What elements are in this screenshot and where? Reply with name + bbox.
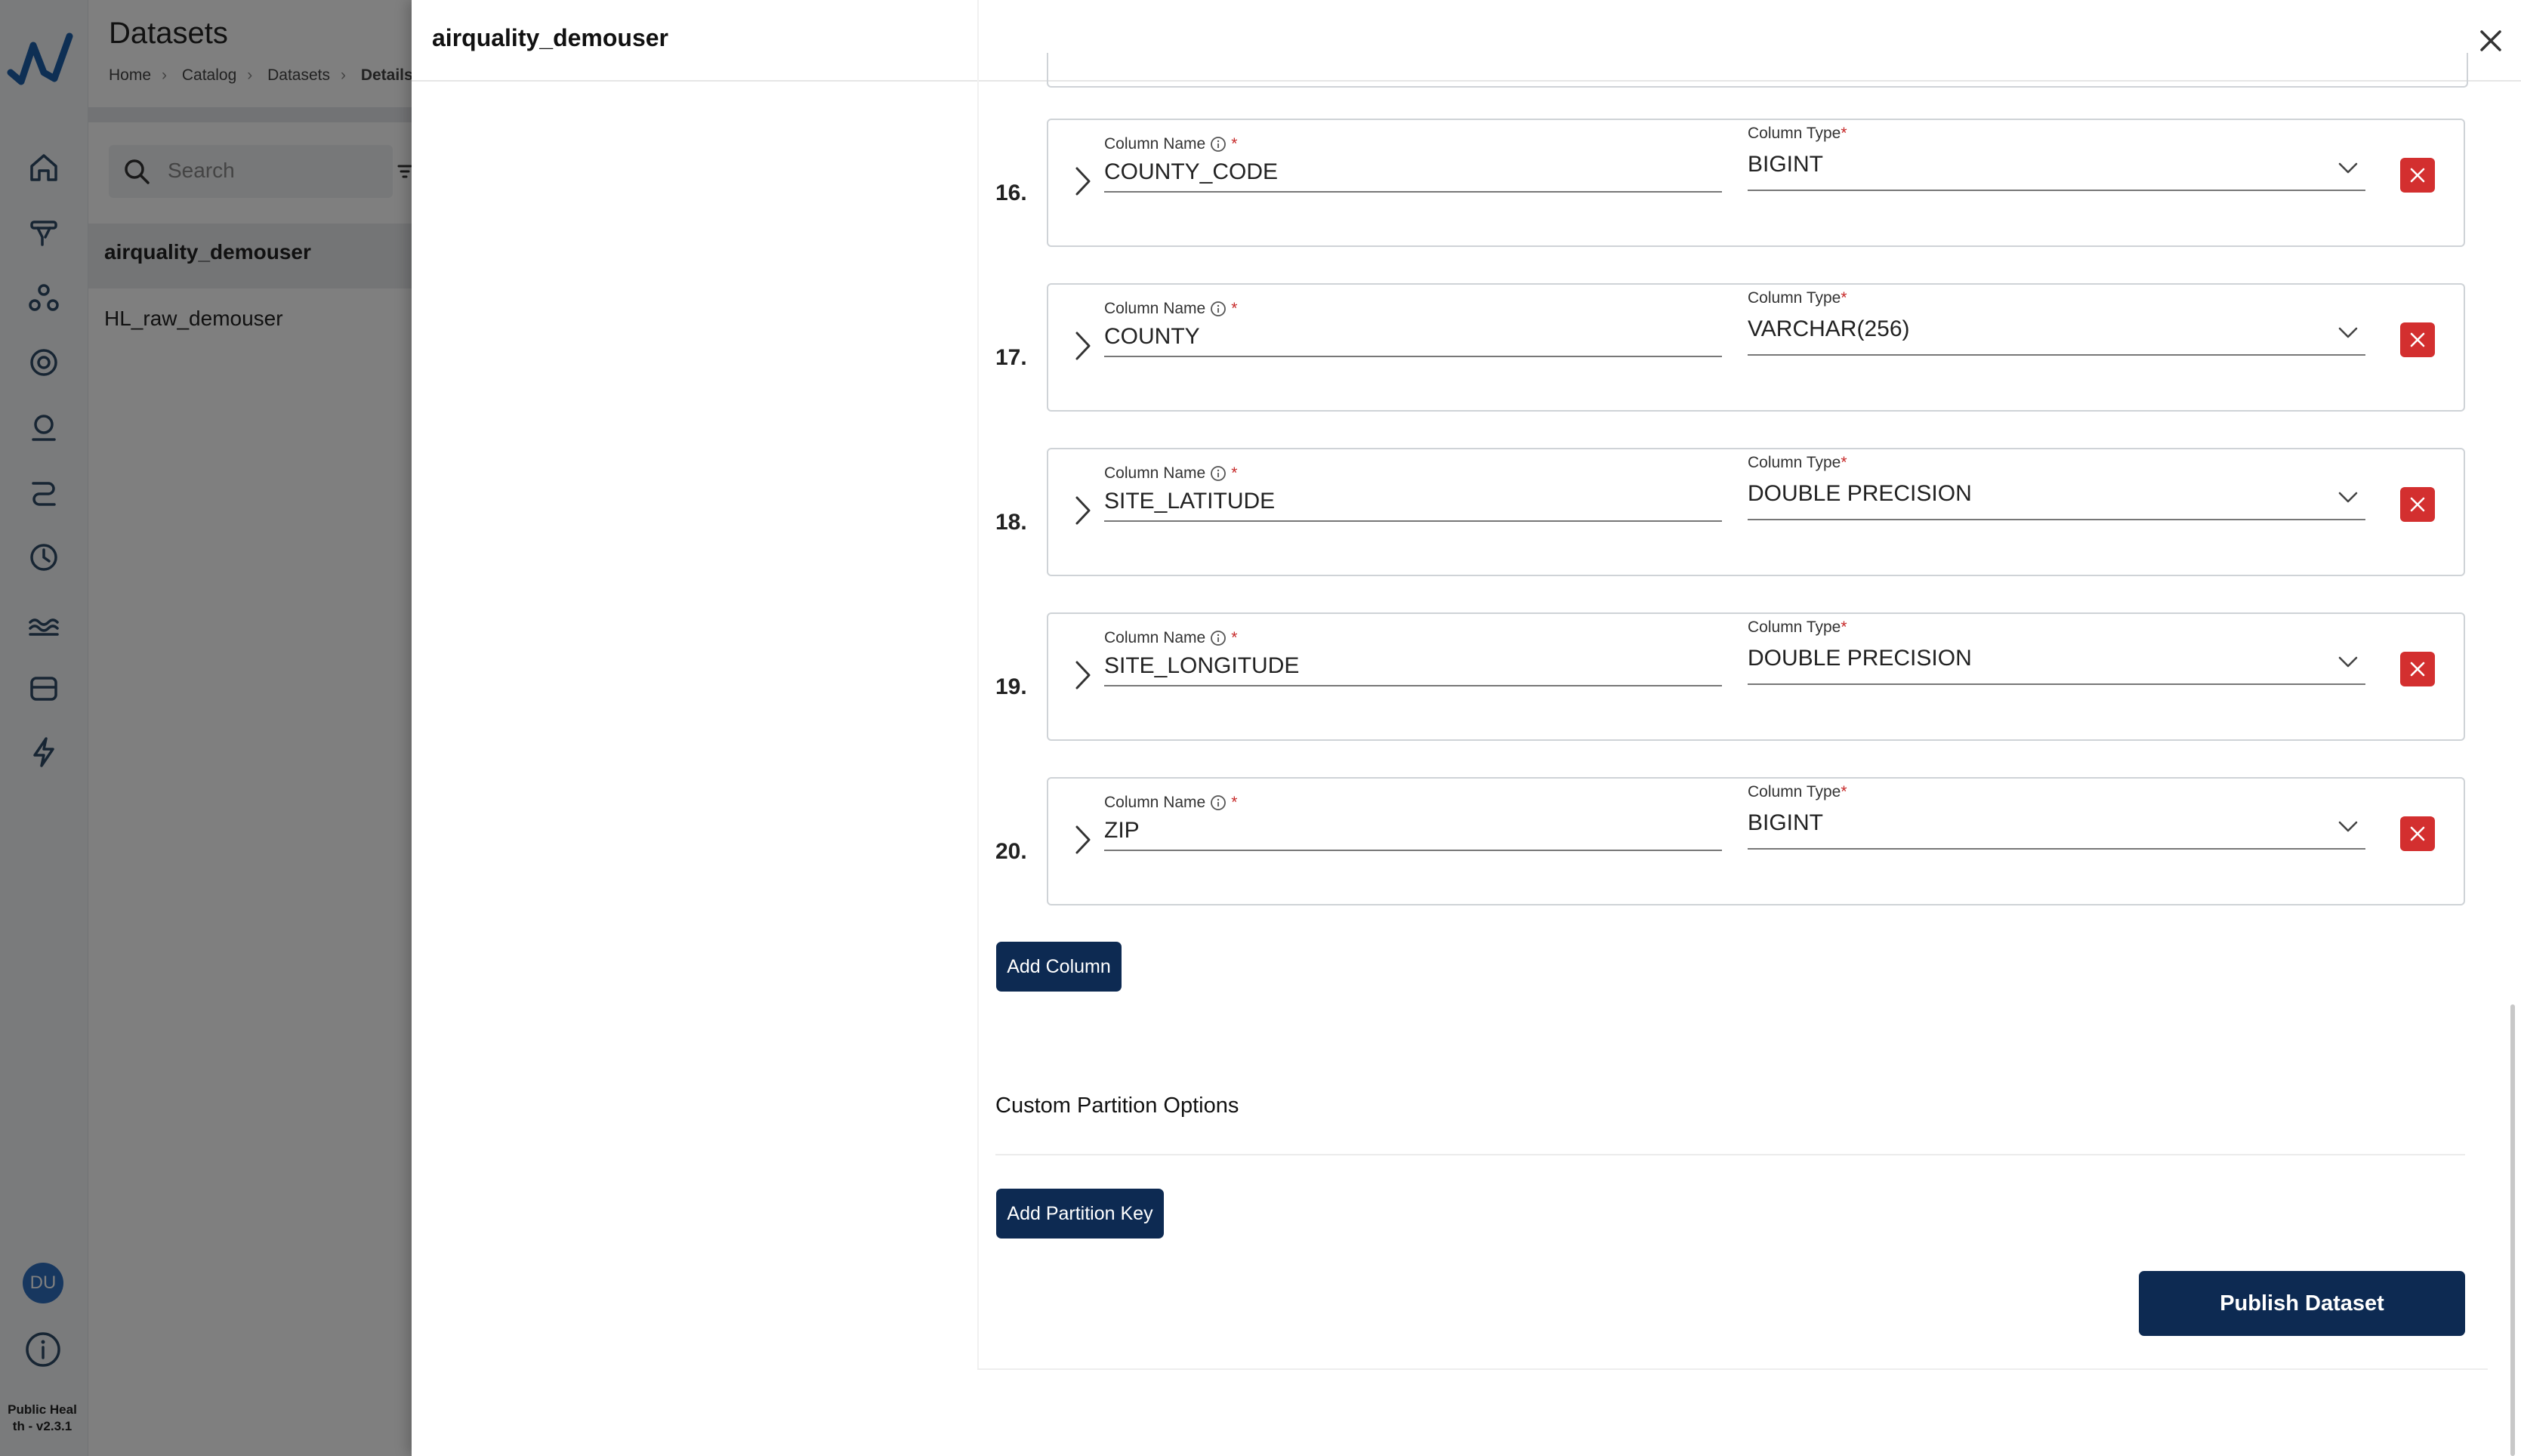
column-type-select[interactable]: BIGINT (1748, 810, 1823, 836)
input-underline (1104, 356, 1722, 357)
delete-column-button[interactable] (2400, 158, 2435, 193)
column-type-select[interactable]: VARCHAR(256) (1748, 316, 1910, 342)
section-divider (995, 1154, 2465, 1155)
delete-column-button[interactable] (2400, 816, 2435, 851)
column-name-input[interactable]: COUNTY (1104, 324, 1200, 350)
info-icon[interactable] (1210, 301, 1227, 317)
close-icon (2410, 826, 2425, 841)
column-type-label: Column Type* (1748, 783, 1847, 800)
select-underline (1748, 848, 2365, 850)
info-icon[interactable] (1210, 136, 1227, 153)
scrollbar-thumb[interactable] (2510, 1004, 2515, 1456)
column-card: Column Name * ZIP Column Type* BIGINT (1047, 777, 2465, 905)
select-underline (1748, 519, 2365, 520)
delete-column-button[interactable] (2400, 322, 2435, 357)
column-card-partial (1047, 53, 2468, 88)
chevron-right-icon[interactable] (1071, 492, 1094, 529)
column-row-number: 18. (995, 510, 1027, 535)
column-row-number: 16. (995, 180, 1027, 205)
input-underline (1104, 685, 1722, 686)
partition-section-title: Custom Partition Options (995, 1094, 1239, 1118)
chevron-down-icon[interactable] (2337, 490, 2359, 505)
info-icon[interactable] (1210, 630, 1227, 646)
column-name-input[interactable]: ZIP (1104, 818, 1140, 844)
select-underline (1748, 354, 2365, 356)
chevron-down-icon[interactable] (2337, 325, 2359, 341)
column-type-select[interactable]: DOUBLE PRECISION (1748, 481, 1972, 507)
close-icon (2410, 332, 2425, 347)
column-name-label: Column Name * (1104, 629, 1238, 646)
column-card: Column Name * COUNTY Column Type* VARCHAR(25… (1047, 283, 2465, 412)
close-icon[interactable] (2474, 24, 2507, 57)
chevron-down-icon[interactable] (2337, 161, 2359, 176)
close-icon (2410, 497, 2425, 512)
column-card: Column Name * COUNTY_CODE Column Type* BIGIN… (1047, 119, 2465, 247)
chevron-right-icon[interactable] (1071, 327, 1094, 365)
select-underline (1748, 190, 2365, 191)
column-card: Column Name * SITE_LONGITUDE Column Type* DO… (1047, 612, 2465, 741)
column-name-label: Column Name * (1104, 300, 1238, 317)
panel-divider (977, 0, 979, 1370)
column-row-number: 19. (995, 674, 1027, 699)
add-column-button[interactable]: Add Column (996, 942, 1122, 992)
drawer-title: airquality_demouser (432, 24, 668, 51)
column-type-label: Column Type* (1748, 289, 1847, 307)
input-underline (1104, 191, 1722, 193)
panel-divider (977, 1368, 2488, 1370)
info-icon[interactable] (1210, 794, 1227, 811)
column-type-select[interactable]: BIGINT (1748, 152, 1823, 177)
delete-column-button[interactable] (2400, 652, 2435, 686)
info-icon[interactable] (1210, 465, 1227, 482)
column-type-select[interactable]: DOUBLE PRECISION (1748, 646, 1972, 671)
chevron-down-icon[interactable] (2337, 819, 2359, 834)
column-card: Column Name * SITE_LATITUDE Column Type* DOU… (1047, 448, 2465, 576)
column-name-label: Column Name * (1104, 464, 1238, 482)
input-underline (1104, 850, 1722, 851)
column-row-number: 17. (995, 345, 1027, 370)
column-name-input[interactable]: SITE_LONGITUDE (1104, 653, 1299, 679)
add-partition-key-button[interactable]: Add Partition Key (996, 1189, 1164, 1239)
column-name-label: Column Name * (1104, 794, 1238, 811)
column-type-label: Column Type* (1748, 125, 1847, 142)
delete-column-button[interactable] (2400, 487, 2435, 522)
column-name-label: Column Name * (1104, 135, 1238, 153)
publish-dataset-button[interactable]: Publish Dataset (2139, 1271, 2465, 1336)
chevron-right-icon[interactable] (1071, 656, 1094, 694)
modal-backdrop[interactable] (0, 0, 412, 1456)
close-icon (2410, 168, 2425, 183)
chevron-down-icon[interactable] (2337, 655, 2359, 670)
chevron-right-icon[interactable] (1071, 162, 1094, 200)
select-underline (1748, 683, 2365, 685)
column-type-label: Column Type* (1748, 618, 1847, 636)
close-icon (2410, 662, 2425, 677)
column-row-number: 20. (995, 839, 1027, 864)
input-underline (1104, 520, 1722, 522)
chevron-right-icon[interactable] (1071, 821, 1094, 859)
column-name-input[interactable]: COUNTY_CODE (1104, 159, 1278, 185)
column-name-input[interactable]: SITE_LATITUDE (1104, 489, 1275, 514)
column-type-label: Column Type* (1748, 454, 1847, 471)
